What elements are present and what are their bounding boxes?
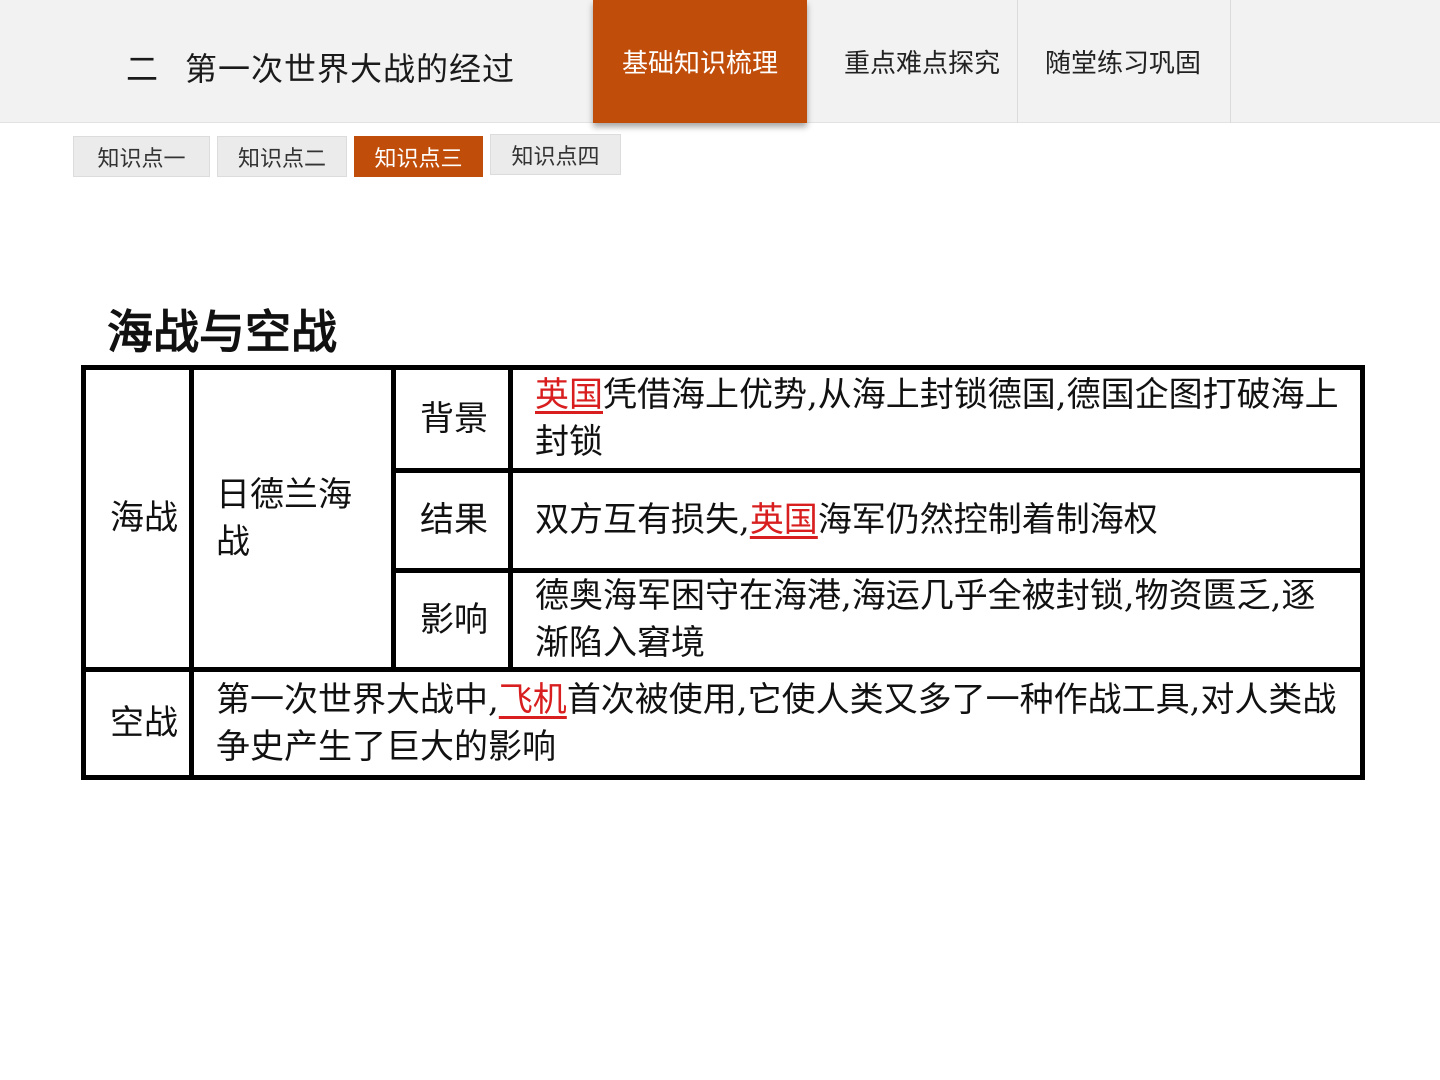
category-cell-air: 空战 (81, 667, 194, 780)
header-bar: 二第一次世界大战的经过 基础知识梳理 重点难点探究 随堂练习巩固 (0, 0, 1440, 123)
battle-cell: 日德兰海战 (189, 365, 396, 672)
subtab-point-3[interactable]: 知识点三 (354, 136, 483, 177)
content-cell-impact: 德奥海军困守在海港,海运几乎全被封锁,物资匮乏,逐渐陷入窘境 (508, 568, 1365, 672)
highlight-keyword: 英国 (535, 375, 603, 415)
subtab-label: 知识点三 (374, 146, 463, 172)
table-row: 空战 第一次世界大战中,飞机首次被使用,它使人类又多了一种作战工具,对人类战争史… (81, 667, 1365, 780)
row-label-background: 背景 (391, 365, 513, 473)
section-heading: 海战与空战 (107, 305, 337, 359)
row-label-impact: 影响 (391, 568, 513, 672)
tab-label: 基础知识梳理 (621, 49, 778, 79)
lesson-title: 二第一次世界大战的经过 (126, 44, 515, 90)
tab-label: 随堂练习巩固 (1044, 49, 1201, 79)
row-label-result: 结果 (391, 468, 513, 573)
sea-air-war-table: 海战 日德兰海战 背景 英国凭借海上优势,从海上封锁德国,德国企图打破海上封锁 … (81, 365, 1365, 780)
content-cell-background: 英国凭借海上优势,从海上封锁德国,德国企图打破海上封锁 (508, 365, 1365, 473)
content-text: 海军仍然控制着制海权 (817, 500, 1158, 540)
table-row: 海战 日德兰海战 背景 英国凭借海上优势,从海上封锁德国,德国企图打破海上封锁 (81, 365, 1365, 672)
subtab-label: 知识点二 (237, 146, 326, 172)
subtab-point-1[interactable]: 知识点一 (73, 136, 210, 177)
content-cell-result: 双方互有损失,英国海军仍然控制着制海权 (508, 468, 1365, 573)
content-text: 双方互有损失, (535, 500, 750, 540)
content-text: 凭借海上优势,从海上封锁德国,德国企图打破海上封锁 (535, 375, 1339, 462)
content-cell-air: 第一次世界大战中,飞机首次被使用,它使人类又多了一种作战工具,对人类战争史产生了… (189, 667, 1365, 780)
tab-divider (1230, 0, 1231, 123)
highlight-keyword: 飞机 (498, 679, 567, 720)
subtab-point-4[interactable]: 知识点四 (490, 134, 621, 175)
tab-divider (1017, 0, 1018, 123)
lesson-title-text: 第一次世界大战的经过 (185, 50, 516, 88)
subtab-point-2[interactable]: 知识点二 (217, 136, 347, 177)
highlight-keyword: 英国 (749, 500, 818, 540)
category-cell-sea: 海战 (81, 365, 194, 672)
subtab-label: 知识点四 (511, 144, 600, 170)
subtab-label: 知识点一 (97, 146, 186, 172)
tab-key-difficulties[interactable]: 重点难点探究 (828, 0, 1016, 123)
lesson-number: 二 (126, 50, 160, 88)
tab-basic-knowledge[interactable]: 基础知识梳理 (593, 0, 807, 123)
tab-label: 重点难点探究 (843, 49, 1000, 79)
content-text: 第一次世界大战中, (216, 679, 499, 720)
tab-practice[interactable]: 随堂练习巩固 (1028, 0, 1218, 123)
